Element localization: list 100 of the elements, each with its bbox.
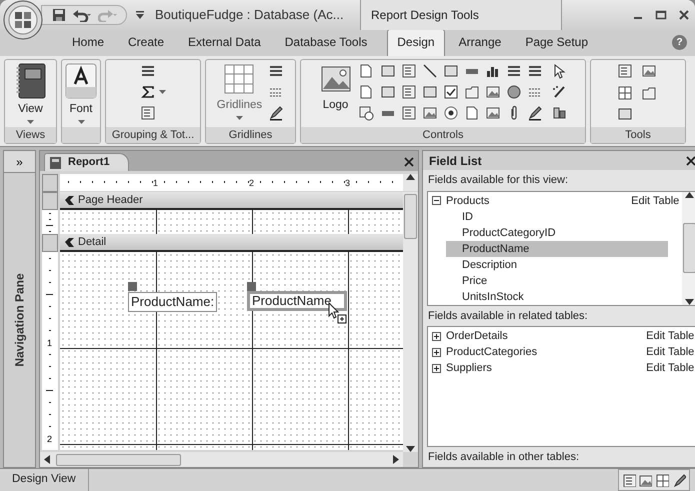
ribbon-tab[interactable]: External Data (178, 29, 271, 56)
scroll-down-icon[interactable] (685, 298, 694, 305)
section-arrow-icon (64, 196, 74, 204)
section-caption: Fields available in related tables: (427, 308, 589, 324)
ribbon-tab[interactable]: Create (118, 29, 174, 56)
maximize-icon[interactable] (654, 9, 666, 21)
scroll-right-icon[interactable] (393, 455, 399, 464)
logo-button[interactable]: Logo (320, 63, 352, 114)
scroll-up-icon[interactable] (685, 192, 694, 198)
report-icon[interactable] (49, 156, 62, 170)
expand-icon[interactable] (432, 348, 441, 357)
section-caption: Fields available in other tables: (427, 450, 580, 464)
ribbon-tab[interactable]: Design (387, 29, 445, 56)
text-box-icon[interactable] (380, 63, 396, 79)
undo-icon[interactable] (72, 8, 92, 22)
vertical-scrollbar[interactable] (403, 174, 418, 191)
expand-icon[interactable] (432, 364, 441, 373)
expand-icon[interactable] (432, 332, 441, 341)
ribbon-tab[interactable]: Home (62, 29, 114, 56)
wand-icon[interactable] (550, 84, 566, 100)
move-handle[interactable] (247, 282, 256, 291)
report-view-icon[interactable] (622, 473, 636, 487)
list-icon[interactable] (400, 63, 416, 79)
document-tab[interactable]: Report1 (44, 153, 129, 171)
tab-icon[interactable] (464, 84, 480, 100)
close-icon[interactable] (404, 157, 414, 167)
group-label: Gridlines (206, 127, 295, 143)
page-icon[interactable] (464, 105, 480, 121)
ribbon-tab[interactable]: Database Tools (274, 29, 378, 56)
frame-icon[interactable] (442, 63, 458, 79)
field-item[interactable]: ProductName (446, 240, 668, 257)
section-header[interactable]: Page Header (60, 192, 403, 210)
rectangle-icon[interactable] (422, 84, 438, 100)
ribbon-tab[interactable]: Arrange (448, 29, 512, 56)
caret-icon[interactable] (158, 90, 166, 94)
help-button[interactable]: ? (672, 35, 687, 50)
caret-icon[interactable] (78, 120, 84, 124)
caret-icon[interactable] (27, 120, 34, 124)
field-item[interactable]: Description (462, 256, 682, 273)
field-item[interactable]: UnitsInStock (462, 288, 682, 305)
view-button[interactable]: View (16, 63, 46, 124)
checkbox-icon[interactable] (442, 84, 458, 100)
grid-icon[interactable] (223, 63, 256, 95)
scrollbar-thumb[interactable] (404, 194, 417, 239)
pencil-icon[interactable] (268, 105, 284, 121)
list-icon[interactable] (506, 63, 522, 79)
edit-table-link[interactable]: Edit Table (631, 192, 680, 210)
horizontal-scrollbar[interactable] (40, 452, 403, 467)
ruler-number: 2 (249, 178, 254, 188)
table-name[interactable]: Products (446, 192, 490, 210)
edit-table-link[interactable]: Edit Table (646, 328, 694, 345)
ribbon-tab[interactable]: Page Setup (515, 29, 598, 56)
section-header[interactable]: Detail (60, 234, 403, 252)
scroll-down-icon[interactable] (406, 446, 415, 452)
details-icon[interactable] (140, 105, 156, 121)
image-icon[interactable] (484, 105, 500, 121)
table-name[interactable]: ProductCategories (446, 344, 538, 361)
expand-button[interactable]: » (4, 151, 35, 173)
gridlines-button[interactable]: Gridlines (216, 63, 262, 120)
window-title: BoutiqueFudge : Database (Ac... (155, 6, 345, 24)
table-name[interactable]: OrderDetails (446, 328, 508, 345)
vertical-ruler (46, 213, 53, 232)
line-icon[interactable] (422, 63, 438, 79)
close-icon[interactable] (678, 9, 690, 21)
scroll-left-icon[interactable] (44, 455, 50, 464)
sigma-icon[interactable] (140, 84, 156, 100)
table-name[interactable]: Suppliers (446, 360, 492, 377)
group-label: Tools (591, 127, 685, 143)
group-label: Grouping & Tot... (106, 127, 200, 143)
ruler-number: 1 (47, 338, 52, 348)
navigation-pane-label[interactable]: Navigation Pane (10, 273, 28, 367)
customize-caret-icon[interactable] (135, 10, 145, 20)
collapse-icon[interactable] (432, 196, 441, 206)
line-width-icon[interactable] (268, 63, 284, 79)
notebook-icon[interactable] (16, 63, 46, 99)
radio-button-icon[interactable] (442, 105, 458, 121)
vertical-scrollbar[interactable] (682, 192, 695, 305)
field-item[interactable]: ProductCategoryID (462, 224, 682, 241)
field-item[interactable]: ID (462, 208, 682, 225)
image-icon[interactable] (484, 84, 500, 100)
vertical-scrollbar[interactable] (403, 192, 418, 452)
line-width-icon[interactable] (526, 63, 542, 79)
font-letter-icon[interactable] (65, 63, 97, 99)
listbox-icon[interactable] (400, 105, 416, 121)
group-label: Views (5, 127, 56, 143)
label-control[interactable]: ProductName: (128, 292, 218, 312)
close-icon[interactable] (686, 156, 695, 166)
scroll-up-icon[interactable] (406, 174, 415, 180)
caret-icon[interactable] (236, 116, 243, 120)
edit-table-link[interactable]: Edit Table (646, 360, 694, 377)
field-item[interactable]: Price (462, 272, 682, 289)
save-icon[interactable] (52, 8, 66, 22)
pencil-icon[interactable] (526, 105, 542, 121)
page-icon[interactable] (358, 84, 374, 100)
move-handle[interactable] (128, 282, 137, 291)
field-list-icon[interactable] (617, 63, 634, 79)
text-box-control[interactable]: ProductName (247, 291, 347, 311)
edit-table-link[interactable]: Edit Table (646, 344, 694, 361)
context-tab-title: Report Design Tools (360, 0, 562, 30)
scrollbar-thumb[interactable] (683, 223, 695, 274)
